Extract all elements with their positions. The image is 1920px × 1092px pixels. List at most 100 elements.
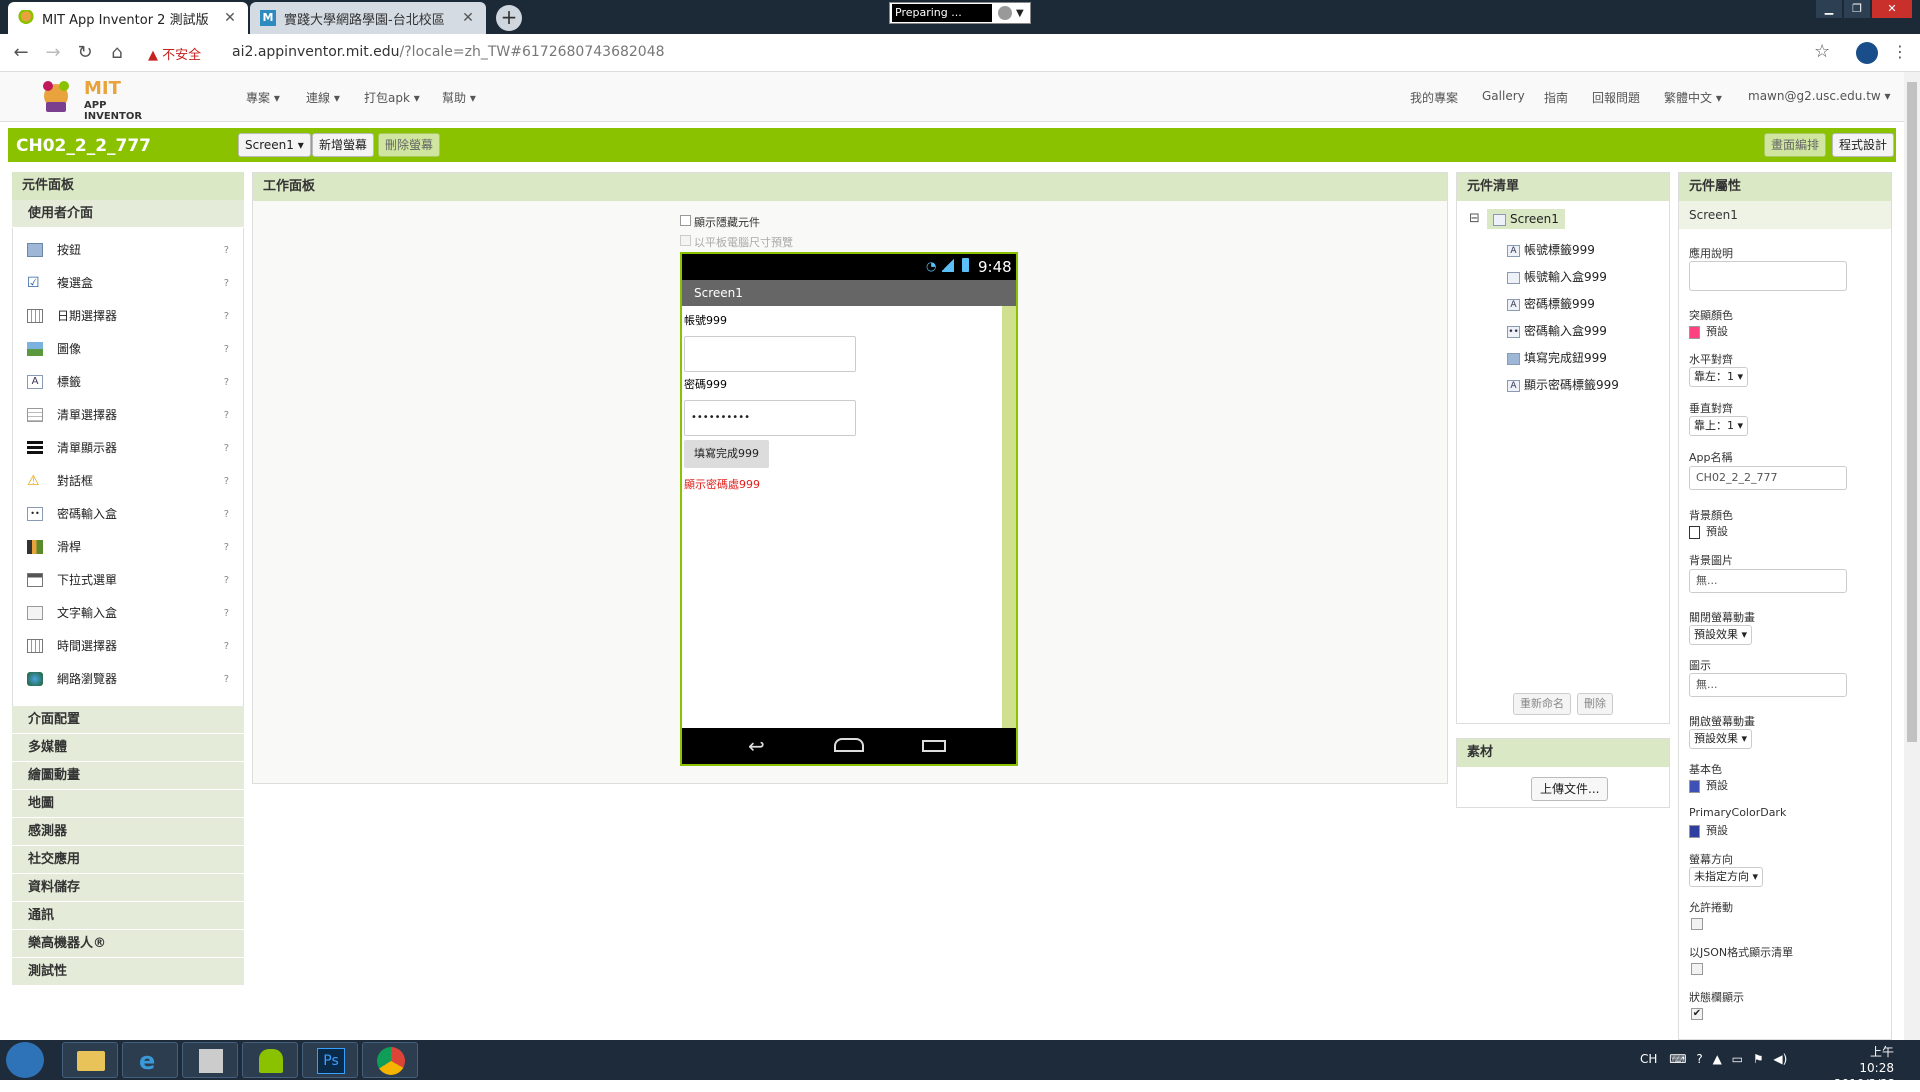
rename-button[interactable]: 重新命名 (1513, 693, 1571, 715)
browser-tab-app-inventor[interactable]: MIT App Inventor 2 測試版 ✕ (8, 2, 248, 34)
page-scrollbar[interactable] (1904, 72, 1920, 1040)
account-textbox[interactable] (684, 336, 856, 372)
tablet-preview-checkbox[interactable] (680, 235, 691, 246)
url-field[interactable]: ai2.appinventor.mit.edu/?locale=zh_TW#61… (232, 44, 665, 60)
help-icon[interactable]: ? (224, 597, 229, 630)
category-user-interface[interactable]: 使用者介面 (12, 200, 244, 228)
menu-report-issue[interactable]: 回報問題 (1592, 89, 1640, 106)
android-icon[interactable] (242, 1042, 298, 1078)
category-lego[interactable]: 樂高機器人® (12, 930, 244, 958)
status-bar-checkbox[interactable]: ✔ (1691, 1008, 1703, 1020)
keyboard-icon[interactable]: ⌨ (1669, 1052, 1686, 1066)
screen-select-dropdown[interactable]: Screen1 ▾ (238, 133, 311, 157)
menu-account[interactable]: mawn@g2.usc.edu.tw ▾ (1748, 89, 1891, 103)
palette-item-webviewer[interactable]: 網路瀏覽器? (12, 663, 244, 696)
help-icon[interactable]: ? (224, 531, 229, 564)
volume-icon[interactable]: ◀) (1773, 1052, 1787, 1066)
system-clock[interactable]: 上午 10:28 2019/3/22 (1834, 1044, 1896, 1092)
scrollable-checkbox[interactable] (1691, 918, 1703, 930)
orientation-dropdown[interactable]: 未指定方向 ▾ (1689, 867, 1764, 887)
menu-project[interactable]: 專案 ▾ (246, 89, 280, 106)
remove-screen-button[interactable]: 刪除螢幕 (378, 133, 441, 157)
password-textbox[interactable]: •••••••••• (684, 400, 856, 436)
tree-item-screen1[interactable]: Screen1 (1487, 209, 1565, 229)
accent-color-value[interactable]: 預設 (1689, 323, 1728, 339)
help-icon[interactable]: ? (224, 399, 229, 432)
menu-build[interactable]: 打包apk ▾ (364, 89, 420, 106)
browser-tab-school[interactable]: M 實踐大學網路學園-台北校區 ✕ (250, 2, 486, 34)
palette-item-timepicker[interactable]: 時間選擇器? (12, 630, 244, 663)
record-icon[interactable] (998, 6, 1012, 20)
chevron-down-icon[interactable]: ▼ (1016, 8, 1024, 19)
home-icon[interactable]: ⌂ (106, 42, 128, 64)
help-icon[interactable]: ? (224, 564, 229, 597)
category-drawing[interactable]: 繪圖動畫 (12, 762, 244, 790)
menu-guide[interactable]: 指南 (1544, 89, 1568, 106)
show-hidden-icons-icon[interactable]: ▲ (1713, 1052, 1722, 1066)
internet-explorer-icon[interactable]: e (122, 1042, 178, 1078)
category-layout[interactable]: 介面配置 (12, 706, 244, 734)
about-screen-textarea[interactable] (1689, 261, 1847, 291)
palette-item-notifier[interactable]: ⚠ 對話框? (12, 465, 244, 498)
palette-item-datepicker[interactable]: 日期選擇器? (12, 300, 244, 333)
tree-item-password-label[interactable]: A 密碼標籤999 (1507, 295, 1595, 312)
help-icon[interactable]: ? (224, 432, 229, 465)
palette-item-button[interactable]: 按鈕? (12, 234, 244, 267)
menu-my-projects[interactable]: 我的專案 (1410, 89, 1458, 106)
close-tab-icon[interactable]: ✕ (460, 10, 476, 26)
blocks-button[interactable]: 程式設計 (1832, 133, 1895, 157)
start-button[interactable] (6, 1042, 44, 1078)
category-social[interactable]: 社交應用 (12, 846, 244, 874)
window-close-icon[interactable]: ✕ (1872, 0, 1912, 18)
palette-item-image[interactable]: 圖像? (12, 333, 244, 366)
category-maps[interactable]: 地圖 (12, 790, 244, 818)
menu-gallery[interactable]: Gallery (1482, 89, 1525, 103)
tree-item-show-password-label[interactable]: A 顯示密碼標籤999 (1507, 376, 1619, 393)
help-icon[interactable]: ? (224, 630, 229, 663)
icon-input[interactable]: 無... (1689, 673, 1847, 697)
help-icon[interactable]: ? (224, 333, 229, 366)
open-animation-dropdown[interactable]: 預設效果 ▾ (1689, 729, 1753, 749)
input-language[interactable]: CH (1640, 1052, 1657, 1066)
menu-help[interactable]: 幫助 ▾ (442, 89, 476, 106)
show-hidden-option[interactable]: 顯示隱藏元件 (680, 214, 760, 230)
palette-item-spinner[interactable]: 下拉式選單? (12, 564, 244, 597)
category-storage[interactable]: 資料儲存 (12, 874, 244, 902)
category-experimental[interactable]: 測試性 (12, 958, 244, 986)
page-scrollbar-thumb[interactable] (1907, 82, 1917, 742)
app-name-input[interactable]: CH02_2_2_777 (1689, 466, 1847, 490)
help-icon[interactable]: ? (224, 498, 229, 531)
palette-item-checkbox[interactable]: ☑ 複選盒? (12, 267, 244, 300)
help-icon[interactable]: ? (224, 366, 229, 399)
password-label[interactable]: 密碼999 (684, 376, 727, 392)
align-vertical-dropdown[interactable]: 靠上：1 ▾ (1689, 416, 1749, 436)
tree-item-account-textbox[interactable]: 帳號輸入盒999 (1507, 268, 1607, 285)
flag-icon[interactable]: ⚑ (1753, 1052, 1764, 1066)
primary-dark-value[interactable]: 預設 (1689, 822, 1728, 838)
photoshop-icon[interactable]: Ps (302, 1042, 358, 1078)
menu-language[interactable]: 繁體中文 ▾ (1664, 89, 1722, 106)
category-media[interactable]: 多媒體 (12, 734, 244, 762)
category-connectivity[interactable]: 通訊 (12, 902, 244, 930)
palette-item-label[interactable]: A 標籤? (12, 366, 244, 399)
primary-color-value[interactable]: 預設 (1689, 777, 1728, 793)
palette-item-textbox[interactable]: 文字輸入盒? (12, 597, 244, 630)
tree-item-password-textbox[interactable]: •• 密碼輸入盒999 (1507, 322, 1607, 339)
palette-item-listview[interactable]: 清單顯示器? (12, 432, 244, 465)
help-icon[interactable]: ? (224, 300, 229, 333)
close-animation-dropdown[interactable]: 預設效果 ▾ (1689, 625, 1753, 645)
tree-item-submit-button[interactable]: 填寫完成鈕999 (1507, 349, 1607, 366)
help-icon[interactable]: ? (224, 234, 229, 267)
explorer-icon[interactable] (62, 1042, 118, 1078)
category-sensors[interactable]: 感測器 (12, 818, 244, 846)
bookmark-star-icon[interactable]: ☆ (1814, 41, 1830, 62)
background-image-input[interactable]: 無... (1689, 569, 1847, 593)
palette-item-slider[interactable]: 滑桿? (12, 531, 244, 564)
help-icon[interactable]: ? (224, 465, 229, 498)
network-icon[interactable]: ▭ (1732, 1052, 1743, 1066)
reload-icon[interactable]: ↻ (74, 42, 96, 64)
collapse-toggle[interactable]: ⊟ (1469, 211, 1480, 226)
kebab-menu-icon[interactable]: ⋮ (1892, 42, 1908, 61)
help-tray-icon[interactable]: ? (1696, 1052, 1702, 1066)
background-color-value[interactable]: 預設 (1689, 523, 1728, 539)
